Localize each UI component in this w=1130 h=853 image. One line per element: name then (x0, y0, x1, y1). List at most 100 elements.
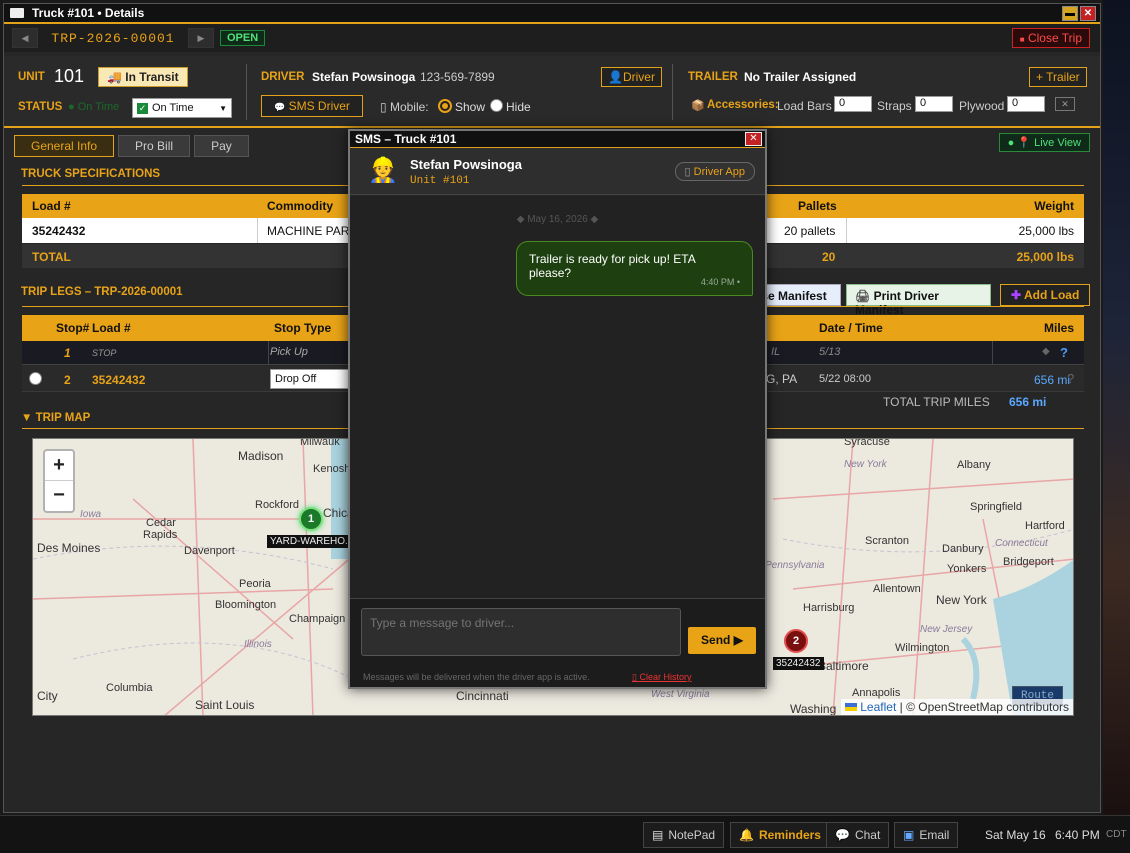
straps-input[interactable]: 0 (915, 96, 953, 112)
tab-pro-bill[interactable]: Pro Bill (118, 135, 191, 157)
zoom-in-button[interactable]: + (45, 451, 73, 481)
close-trip-button[interactable]: ■ Close Trip (1011, 28, 1090, 48)
truck-specs-title: TRUCK SPECIFICATIONS (21, 168, 161, 180)
status-select[interactable]: ✓ On Time ▼ (132, 98, 232, 118)
stop-load: STOP (92, 348, 117, 358)
chevron-down-icon: ▼ (219, 103, 227, 113)
sms-driver-name: Stefan Powsinoga (410, 157, 522, 172)
hide-radio-label: Hide (506, 100, 531, 114)
cell-divider (846, 218, 847, 243)
load-bars-label: Load Bars (777, 99, 832, 113)
window-titlebar[interactable]: Truck #101 • Details ▬ ✕ (4, 4, 1100, 24)
cell-divider (268, 341, 269, 365)
trash-icon: ▯ (632, 672, 637, 682)
city-label: Wilmington (895, 642, 950, 654)
city-label: Annapolis (852, 687, 901, 699)
driver-label: DRIVER (261, 71, 305, 83)
close-window-button[interactable]: ✕ (1080, 6, 1096, 21)
clear-history-link[interactable]: ▯ Clear History (632, 672, 691, 683)
leaflet-link[interactable]: Leaflet (860, 700, 896, 714)
city-label: Cedar (146, 517, 176, 529)
chat-button[interactable]: 💬 Chat (826, 822, 890, 848)
tab-general-info[interactable]: General Info (14, 135, 115, 157)
sms-driver-button[interactable]: 💬 SMS Driver (261, 95, 363, 117)
clear-accessories-icon[interactable]: ✕ (1055, 97, 1075, 111)
city-label: Peoria (239, 578, 271, 590)
sms-message-area[interactable]: ◆ May 16, 2026 ◆ Trailer is ready for pi… (350, 196, 765, 598)
accessories-label: Accessories: (707, 99, 779, 111)
state-label: New Jersey (920, 624, 973, 635)
question-icon[interactable]: ? (1060, 345, 1068, 360)
truck-icon: 🚚 (107, 70, 122, 84)
col-pallets: Pallets (798, 199, 837, 213)
live-view-button[interactable]: ● 📍 Live View (998, 133, 1090, 152)
next-trip-button[interactable]: ▶ (188, 28, 214, 48)
add-load-button[interactable]: ✚ Add Load (1000, 284, 1091, 306)
print-driver-manifest-button[interactable]: 🖨 Print Driver Manifest (846, 284, 991, 317)
city-label: Rapids (143, 529, 178, 541)
specs-weight-value: 25,000 lbs (1018, 224, 1074, 238)
city-label: Cincinnati (456, 689, 509, 703)
status-label: STATUS (18, 101, 63, 113)
hide-radio[interactable] (490, 99, 503, 112)
add-trailer-button[interactable]: + Trailer (1029, 67, 1087, 87)
prev-trip-button[interactable]: ◀ (12, 28, 38, 48)
plywood-input[interactable]: 0 (1007, 96, 1045, 112)
sms-message-input[interactable] (361, 608, 681, 656)
sms-unit: Unit #101 (410, 175, 470, 187)
tab-pay[interactable]: Pay (194, 135, 249, 157)
city-label: Milwauk (300, 438, 340, 448)
driver-app-button[interactable]: ▯ Driver App (674, 162, 755, 181)
city-label: Bridgeport (1003, 556, 1054, 568)
state-label: West Virginia (651, 689, 710, 700)
zoom-out-button[interactable]: − (45, 481, 73, 511)
total-trip-miles-label: TOTAL TRIP MILES (883, 395, 990, 409)
city-label: Harrisburg (803, 602, 855, 614)
plus-icon: ✚ (1011, 288, 1022, 302)
divider (672, 64, 673, 120)
box-icon: 📦 (691, 100, 705, 112)
city-label: Davenport (184, 545, 235, 557)
trip-info-header: UNIT 101 🚚 In Transit STATUS ● On Time ✓… (4, 56, 1100, 128)
driver-name: Stefan Powsinoga (312, 70, 416, 84)
trip-id: TRP-2026-00001 (51, 30, 175, 46)
email-button[interactable]: ▣ Email (894, 822, 959, 848)
state-label: Iowa (80, 509, 102, 520)
notepad-button[interactable]: ▤ NotePad (643, 822, 725, 848)
stop-1-marker[interactable]: 1 (299, 507, 323, 531)
trip-map-title[interactable]: ▼ TRIP MAP (21, 412, 90, 424)
load-bars-input[interactable]: 0 (834, 96, 872, 112)
row-select-radio[interactable] (29, 372, 42, 385)
city-label: Yonkers (947, 563, 987, 575)
state-label: Connecticut (995, 538, 1048, 549)
stop-location: IL (771, 346, 781, 358)
stop-2-marker[interactable]: 2 (784, 629, 808, 653)
reminders-button[interactable]: 🔔 Reminders (730, 822, 830, 848)
sms-message-time: 4:40 PM • (700, 277, 740, 287)
sms-close-button[interactable]: ✕ (745, 132, 762, 146)
driver-phone: 123-569-7899 (420, 70, 495, 84)
driver-button[interactable]: 👤Driver (601, 67, 662, 87)
stop-2-label: 35242432 (773, 657, 824, 670)
taskbar-timezone: CDT (1106, 829, 1127, 840)
chat-bubble-icon: 💬 (274, 102, 286, 112)
map-zoom-control: + − (43, 449, 75, 513)
stop-date: 5/13 (819, 346, 841, 358)
show-radio[interactable] (438, 99, 452, 113)
send-button[interactable]: Send ▶ (688, 627, 756, 654)
desktop-background (1103, 0, 1130, 815)
sms-titlebar[interactable]: SMS – Truck #101 (350, 131, 765, 148)
window-title: Truck #101 • Details (32, 6, 145, 20)
specs-pallets-value: 20 pallets (784, 224, 836, 238)
driver-avatar: 👷 (368, 157, 398, 184)
stop-load-link[interactable]: 35242432 (92, 373, 145, 387)
question-icon[interactable]: ? (1067, 371, 1074, 386)
col-stop-type: Stop Type (274, 321, 332, 335)
minimize-button[interactable]: ▬ (1062, 6, 1078, 21)
city-label: City (37, 689, 58, 703)
trailer-label: TRAILER (688, 71, 738, 83)
dot-icon: ● (1007, 137, 1015, 149)
stop-type-select[interactable]: Drop Off (270, 369, 350, 389)
truck-icon (10, 8, 24, 18)
city-label: Scranton (865, 535, 910, 547)
